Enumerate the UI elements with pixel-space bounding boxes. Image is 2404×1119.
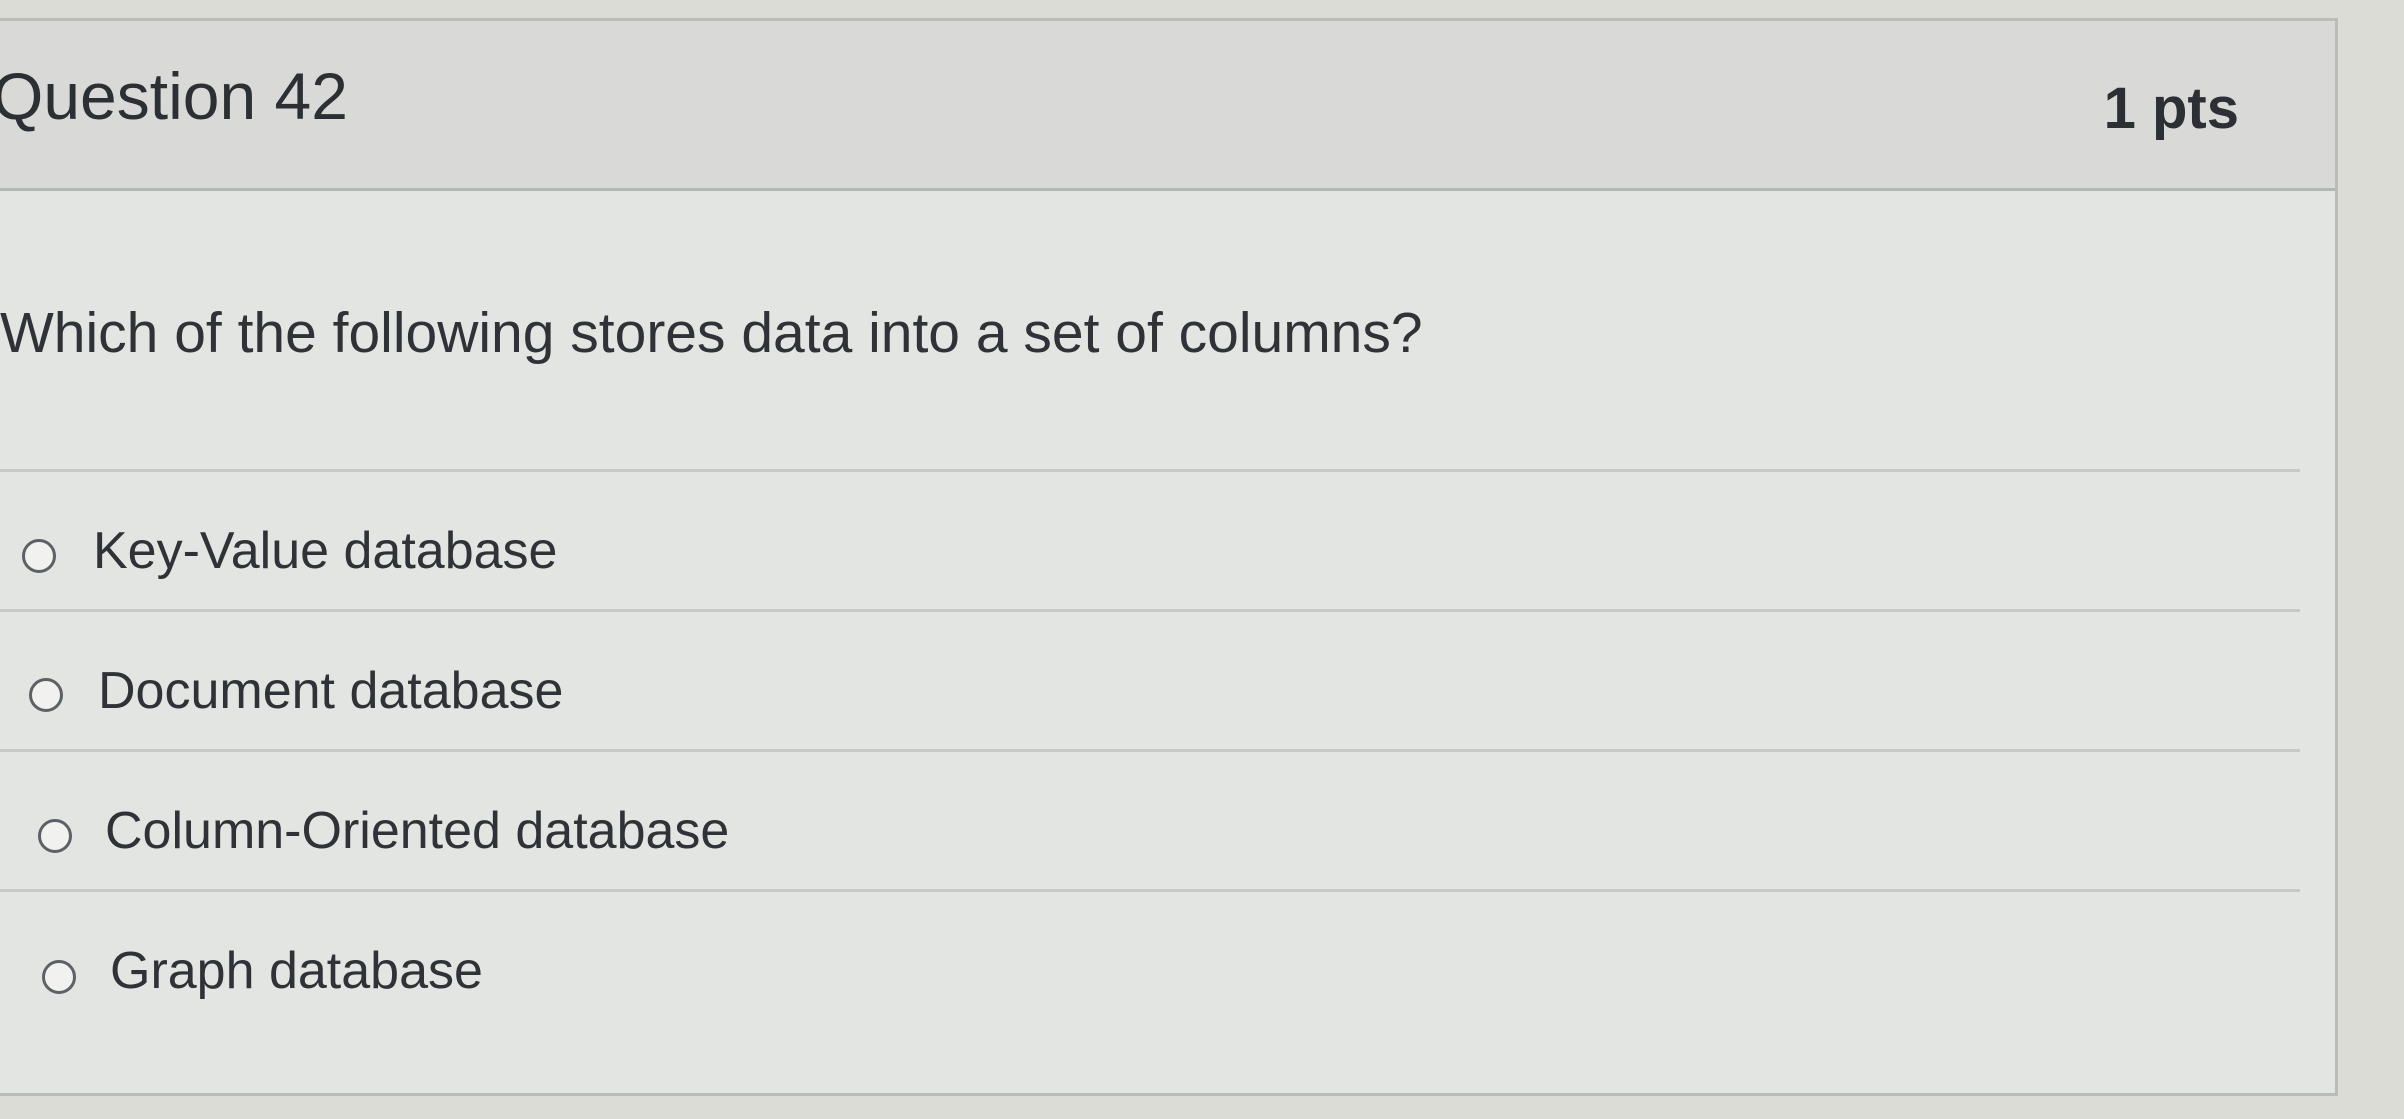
- answer-label[interactable]: Graph database: [110, 945, 483, 997]
- question-text: Which of the following stores data into …: [0, 301, 1423, 365]
- answer-label[interactable]: Column-Oriented database: [105, 805, 729, 857]
- answer-option-column-oriented[interactable]: Column-Oriented database: [0, 749, 2300, 889]
- question-points: 1 pts: [2103, 76, 2239, 141]
- answer-option-document[interactable]: Document database: [0, 609, 2300, 749]
- radio-button-icon[interactable]: [29, 678, 63, 712]
- radio-button-icon[interactable]: [38, 819, 72, 853]
- question-title: Question 42: [0, 59, 348, 133]
- answer-option-key-value[interactable]: Key-Value database: [0, 469, 2300, 609]
- question-card: Question 42 1 pts Which of the following…: [0, 18, 2338, 1096]
- answer-option-graph[interactable]: Graph database: [0, 889, 2300, 1029]
- answer-label[interactable]: Key-Value database: [93, 525, 557, 577]
- radio-button-icon[interactable]: [42, 960, 76, 994]
- answer-list: Key-Value database Document database Col…: [0, 469, 2300, 1029]
- answer-label[interactable]: Document database: [98, 665, 563, 717]
- radio-button-icon[interactable]: [22, 539, 56, 573]
- question-header: Question 42 1 pts: [0, 21, 2335, 191]
